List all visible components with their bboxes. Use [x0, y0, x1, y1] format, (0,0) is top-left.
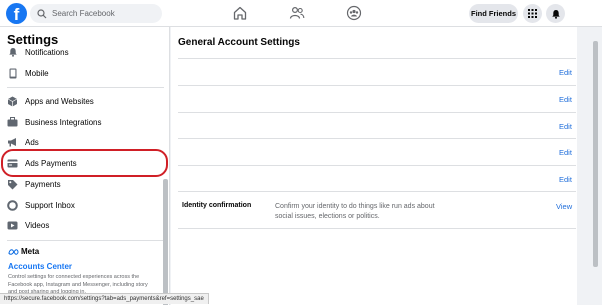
grid-menu-icon — [528, 9, 537, 18]
sidebar-item-business-integrations[interactable]: Business Integrations — [7, 113, 162, 131]
row-divider — [178, 85, 576, 86]
top-navigation-bar: f Find Friends — [0, 0, 602, 27]
sidebar-item-label: Ads Payments — [25, 158, 77, 168]
bell-icon — [551, 9, 560, 19]
sidebar-item-label: Payments — [25, 179, 61, 189]
main-scrollbar-track[interactable] — [589, 27, 602, 305]
sidebar-item-label: Apps and Websites — [25, 96, 94, 106]
sidebar-item-payments[interactable]: Payments — [7, 175, 162, 193]
megaphone-icon — [7, 137, 18, 148]
groups-icon[interactable] — [346, 5, 362, 21]
edit-button[interactable]: Edit — [559, 122, 572, 131]
row-divider — [178, 112, 576, 113]
menu-button[interactable] — [523, 4, 542, 23]
sidebar-divider — [7, 87, 164, 88]
tag-icon — [7, 179, 18, 190]
notifications-button[interactable] — [546, 4, 565, 23]
facebook-logo[interactable]: f — [6, 3, 27, 24]
status-url-bar: https://secure.facebook.com/settings?tab… — [0, 293, 209, 304]
sidebar-item-ads-payments[interactable]: Ads Payments — [7, 154, 162, 172]
sidebar-scrollbar[interactable] — [163, 179, 168, 305]
bell-icon — [7, 47, 18, 58]
identity-confirmation-label: Identity confirmation — [182, 202, 252, 209]
meta-label-text: Meta — [21, 247, 40, 256]
search-box[interactable] — [30, 4, 162, 23]
page-title: General Account Settings — [178, 37, 300, 48]
settings-sidebar: Settings Notifications Mobile Apps and W… — [0, 27, 170, 305]
row-divider — [178, 191, 576, 192]
ads-payments-icon — [7, 158, 18, 169]
row-divider — [178, 58, 576, 59]
sidebar-item-support-inbox[interactable]: Support Inbox — [7, 196, 162, 214]
sidebar-item-mobile[interactable]: Mobile — [7, 64, 162, 82]
sidebar-item-label: Business Integrations — [25, 117, 102, 127]
phone-icon — [7, 68, 18, 79]
find-friends-button[interactable]: Find Friends — [469, 4, 518, 23]
sidebar-divider — [7, 240, 164, 241]
briefcase-icon — [7, 117, 18, 128]
friends-icon[interactable] — [289, 5, 305, 21]
meta-label[interactable]: Meta — [8, 247, 39, 256]
sidebar-title: Settings — [7, 32, 63, 47]
row-divider — [178, 165, 576, 166]
home-icon[interactable] — [232, 5, 248, 21]
settings-card: General Account Settings Edit Edit Edit … — [171, 27, 577, 305]
sidebar-item-label: Support Inbox — [25, 200, 75, 210]
search-icon — [37, 8, 47, 18]
accounts-center-link[interactable]: Accounts Center — [8, 262, 72, 271]
view-button[interactable]: View — [556, 202, 572, 211]
sidebar-item-videos[interactable]: Videos — [7, 216, 162, 234]
cube-icon — [7, 96, 18, 107]
edit-button[interactable]: Edit — [559, 148, 572, 157]
sidebar-item-apps-and-websites[interactable]: Apps and Websites — [7, 92, 162, 110]
search-input[interactable] — [52, 9, 152, 18]
row-divider — [178, 228, 576, 229]
row-divider — [178, 138, 576, 139]
meta-logo-icon — [8, 248, 19, 255]
main-scrollbar-thumb[interactable] — [593, 41, 598, 267]
sidebar-item-label: Notifications — [25, 47, 69, 57]
sidebar-item-label: Videos — [25, 220, 50, 230]
sidebar-item-label: Ads — [25, 137, 39, 147]
identity-confirmation-description: Confirm your identity to do things like … — [275, 203, 435, 220]
main-content: General Account Settings Edit Edit Edit … — [171, 27, 602, 305]
edit-button[interactable]: Edit — [559, 175, 572, 184]
sidebar-item-label: Mobile — [25, 68, 49, 78]
play-icon — [7, 220, 18, 231]
edit-button[interactable]: Edit — [559, 68, 572, 77]
lifebuoy-icon — [7, 199, 18, 211]
edit-button[interactable]: Edit — [559, 95, 572, 104]
